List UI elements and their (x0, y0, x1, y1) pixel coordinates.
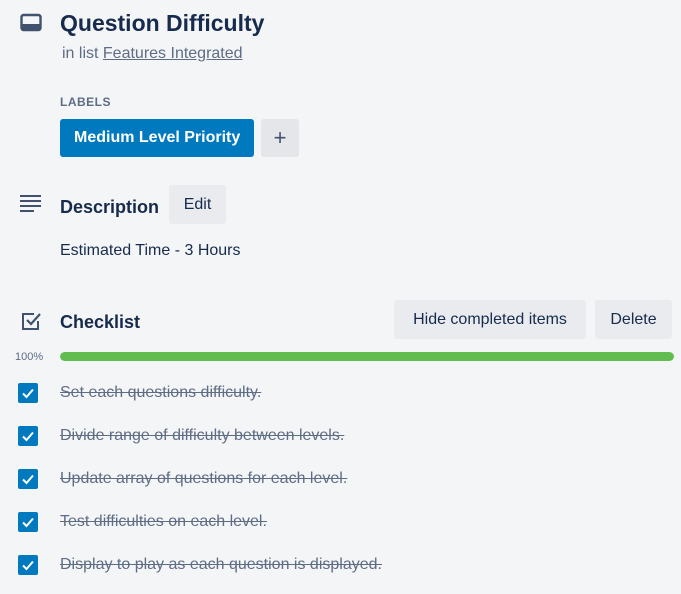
checkmark-icon (22, 388, 34, 399)
label-chip-medium-priority[interactable]: Medium Level Priority (60, 119, 255, 157)
progress-fill (60, 352, 674, 361)
description-lines-icon (20, 195, 41, 212)
description-text[interactable]: Estimated Time - 3 Hours (60, 241, 241, 261)
card-title: Question Difficulty (60, 10, 265, 36)
checklist-item[interactable]: Test difficulties on each level. (18, 510, 658, 534)
add-label-button[interactable]: + (261, 119, 299, 157)
checklist-checkbox[interactable] (18, 469, 38, 489)
checkmark-icon (22, 560, 34, 571)
checklist-checkbox[interactable] (18, 383, 38, 403)
checklist-item[interactable]: Update array of questions for each level… (18, 467, 658, 491)
checklist-icon (22, 313, 41, 330)
description-heading: Description (60, 197, 160, 217)
checkmark-icon (22, 431, 34, 442)
checkmark-icon (22, 474, 34, 485)
labels-heading: LABELS (60, 95, 111, 109)
checklist-checkbox[interactable] (18, 555, 38, 575)
checklist-item-text[interactable]: Divide range of difficulty between level… (60, 427, 344, 445)
checklist-item[interactable]: Display to play as each question is disp… (18, 553, 658, 577)
checklist-item-text[interactable]: Test difficulties on each level. (60, 513, 267, 531)
in-list-prefix: in list (62, 45, 99, 62)
checklist-heading: Checklist (60, 312, 141, 332)
list-link[interactable]: Features Integrated (103, 45, 243, 62)
checklist-item-text[interactable]: Set each questions difficulty. (60, 384, 261, 402)
card-icon (20, 13, 42, 32)
checklist-item[interactable]: Set each questions difficulty. (18, 381, 658, 405)
checkmark-icon (22, 517, 34, 528)
checklist-checkbox[interactable] (18, 512, 38, 532)
plus-icon: + (273, 125, 287, 150)
checklist-item[interactable]: Divide range of difficulty between level… (18, 424, 658, 448)
checklist-checkbox[interactable] (18, 426, 38, 446)
edit-description-button[interactable]: Edit (169, 185, 226, 224)
checklist-item-text[interactable]: Display to play as each question is disp… (60, 556, 382, 574)
hide-completed-button[interactable]: Hide completed items (394, 300, 586, 339)
checklist-item-text[interactable]: Update array of questions for each level… (60, 470, 347, 488)
progress-percentage: 100% (15, 351, 44, 363)
progress-bar (60, 352, 674, 361)
delete-checklist-button[interactable]: Delete (595, 300, 672, 339)
list-reference: in list Features Integrated (62, 44, 243, 64)
